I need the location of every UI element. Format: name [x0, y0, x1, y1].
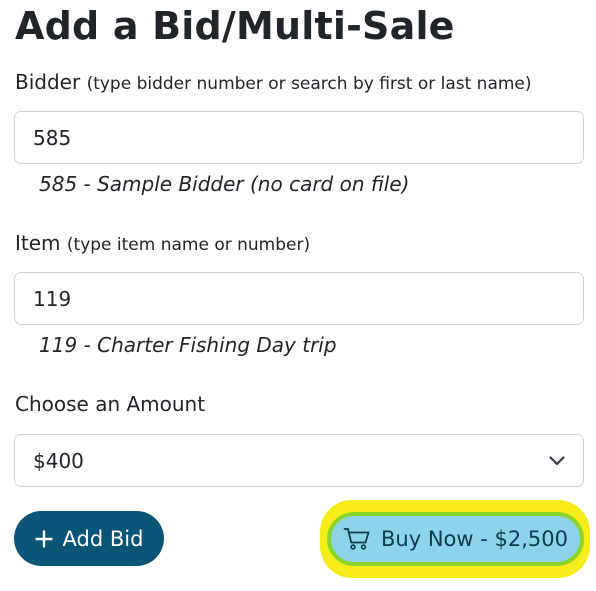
- plus-icon: [34, 529, 53, 548]
- amount-selected-value: $400: [33, 448, 84, 473]
- bidder-hint: (type bidder number or search by first o…: [86, 74, 532, 94]
- amount-label: Choose an Amount: [15, 392, 206, 416]
- buy-now-button[interactable]: Buy Now - $2,500: [327, 512, 584, 566]
- amount-select[interactable]: $400: [14, 434, 584, 487]
- add-bid-form: Add a Bid/Multi-Sale Bidder (type bidder…: [0, 0, 596, 591]
- bidder-label: Bidder (type bidder number or search by …: [15, 70, 532, 94]
- bidder-match[interactable]: 585 - Sample Bidder (no card on file): [39, 172, 409, 196]
- page-title: Add a Bid/Multi-Sale: [15, 4, 455, 48]
- item-input-value: 119: [33, 286, 72, 311]
- cart-icon: [343, 528, 370, 550]
- bidder-input-value: 585: [33, 125, 72, 150]
- add-bid-label: Add Bid: [62, 526, 144, 551]
- bidder-label-text: Bidder: [15, 70, 81, 94]
- item-input[interactable]: 119: [14, 272, 584, 325]
- item-match[interactable]: 119 - Charter Fishing Day trip: [39, 333, 337, 357]
- bidder-input[interactable]: 585: [14, 111, 584, 164]
- buy-now-label: Buy Now - $2,500: [381, 527, 568, 551]
- item-hint: (type item name or number): [66, 235, 311, 255]
- item-label-text: Item: [15, 231, 61, 255]
- chevron-down-icon: [549, 455, 565, 465]
- item-label: Item (type item name or number): [15, 231, 310, 255]
- add-bid-button[interactable]: Add Bid: [14, 511, 164, 566]
